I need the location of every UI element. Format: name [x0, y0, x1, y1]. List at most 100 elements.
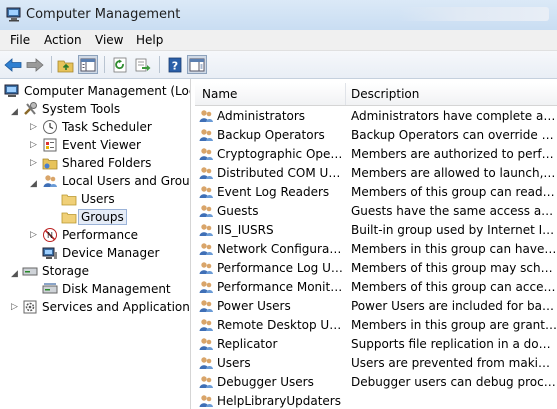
tree-label-disk-management: Disk Management	[62, 282, 171, 296]
title-bar-controls-area	[399, 7, 549, 21]
properties-pane-icon[interactable]	[187, 55, 207, 74]
tree-item-event-viewer[interactable]: Event Viewer	[42, 136, 141, 154]
group-name: Event Log Readers	[217, 185, 330, 199]
tree-item-device-manager[interactable]: Device Manager	[42, 244, 159, 262]
up-folder-icon[interactable]	[56, 55, 76, 74]
table-row[interactable]: HelpLibraryUpdaters	[195, 392, 557, 409]
tree-label-groups: Groups	[78, 209, 127, 225]
table-row[interactable]: Event Log Readers Members of this group c…	[195, 183, 557, 202]
expand-icon[interactable]: ▷	[30, 231, 39, 240]
table-row[interactable]: Replicator Supports file replication in a…	[195, 335, 557, 354]
group-icon	[198, 184, 214, 200]
collapse-icon[interactable]: ◢	[11, 270, 20, 279]
group-description: Administrators have complete an...	[351, 109, 557, 123]
group-icon	[198, 146, 214, 162]
expand-icon[interactable]: ▷	[30, 123, 39, 132]
table-row[interactable]: Performance Log Users Members of this gro…	[195, 259, 557, 278]
back-arrow-icon[interactable]	[3, 55, 23, 74]
tree-item-groups[interactable]: Groups	[61, 208, 127, 226]
group-description: Supports file replication in a dom...	[351, 337, 557, 351]
table-row[interactable]: Administrators Administrators have comple…	[195, 107, 557, 126]
column-divider[interactable]	[345, 83, 346, 105]
menu-action[interactable]: Action	[44, 33, 82, 47]
table-row[interactable]: Backup Operators Backup Operators can ove…	[195, 126, 557, 145]
group-icon	[198, 393, 214, 409]
computer-management-icon	[4, 83, 20, 99]
shared-folder-icon	[42, 155, 58, 171]
window-title: Computer Management	[26, 7, 181, 22]
group-name: IIS_IUSRS	[217, 223, 274, 237]
group-name: Remote Desktop Users	[217, 318, 345, 332]
group-icon	[198, 222, 214, 238]
expand-icon[interactable]: ▷	[30, 159, 39, 168]
group-icon	[198, 127, 214, 143]
group-description: Members in this group can have s...	[351, 242, 557, 256]
export-list-icon[interactable]	[133, 55, 153, 74]
group-description: Members of this group can acces...	[351, 280, 557, 294]
tree-label-local-users-groups: Local Users and Groups	[62, 174, 191, 188]
toolbar-separator	[104, 56, 105, 73]
tree-item-system-tools[interactable]: System Tools	[22, 100, 120, 118]
folder-icon	[61, 191, 77, 207]
tree-label-task-scheduler: Task Scheduler	[62, 120, 152, 134]
toolbar-separator	[51, 56, 52, 73]
computer-management-icon	[6, 7, 22, 22]
groups-list: Name Description Administrators Administr…	[195, 79, 557, 409]
collapse-icon[interactable]: ◢	[30, 180, 39, 189]
help-icon[interactable]: ?	[165, 55, 185, 74]
tree-label-device-manager: Device Manager	[62, 246, 160, 260]
tree-label-system-tools: System Tools	[42, 102, 121, 116]
event-viewer-icon	[42, 137, 58, 153]
tree-item-users[interactable]: Users	[61, 190, 115, 208]
expand-icon[interactable]: ▷	[11, 303, 20, 312]
tree-item-task-scheduler[interactable]: Task Scheduler	[42, 118, 152, 136]
group-name: HelpLibraryUpdaters	[217, 394, 341, 408]
group-name: Network Configuratio...	[217, 242, 345, 256]
group-name: Cryptographic Operat...	[217, 147, 345, 161]
tree-label-storage: Storage	[42, 264, 89, 278]
group-name: Distributed COM Users	[217, 166, 345, 180]
forward-arrow-icon[interactable]	[25, 55, 45, 74]
tree-root-computer-management[interactable]: Computer Management (Local	[4, 82, 190, 100]
svg-text:?: ?	[172, 59, 178, 72]
toolbar-separator	[159, 56, 160, 73]
show-hide-tree-icon[interactable]	[78, 55, 98, 74]
tree-item-storage[interactable]: Storage	[22, 262, 89, 280]
group-name: Users	[217, 356, 251, 370]
services-applications-icon	[22, 299, 38, 315]
tree-item-shared-folders[interactable]: Shared Folders	[42, 154, 151, 172]
table-row[interactable]: IIS_IUSRS Built-in group used by Internet…	[195, 221, 557, 240]
group-name: Replicator	[217, 337, 278, 351]
collapse-icon[interactable]: ◢	[11, 108, 20, 117]
column-header-name[interactable]: Name	[202, 87, 237, 101]
group-description: Members are authorized to perfor...	[351, 147, 557, 161]
table-row[interactable]: Performance Monitor ... Members of this g…	[195, 278, 557, 297]
table-row[interactable]: Guests Guests have the same access as m..…	[195, 202, 557, 221]
column-header-description[interactable]: Description	[351, 87, 419, 101]
menu-view[interactable]: View	[95, 33, 123, 47]
tree-item-local-users-groups[interactable]: Local Users and Groups	[42, 172, 191, 190]
table-row[interactable]: Network Configuratio... Members in this g…	[195, 240, 557, 259]
tree-item-disk-management[interactable]: Disk Management	[42, 280, 171, 298]
tree-item-services-apps[interactable]: Services and Applications	[22, 298, 190, 316]
table-row[interactable]: Cryptographic Operat... Members are autho…	[195, 145, 557, 164]
group-description: Debugger users can debug proces...	[351, 375, 557, 389]
table-row[interactable]: Power Users Power Users are included for …	[195, 297, 557, 316]
group-description: Members are allowed to launch, a...	[351, 166, 557, 180]
tree-item-performance[interactable]: N Performance	[42, 226, 138, 244]
refresh-icon[interactable]	[110, 55, 130, 74]
group-description: Power Users are included for back...	[351, 299, 557, 313]
table-row[interactable]: Debugger Users Debugger users can debug p…	[195, 373, 557, 392]
table-row[interactable]: Distributed COM Users Members are allowed…	[195, 164, 557, 183]
group-description: Users are prevented from making ...	[351, 356, 557, 370]
expand-icon[interactable]: ▷	[30, 141, 39, 150]
table-row[interactable]: Users Users are prevented from making ...	[195, 354, 557, 373]
device-manager-icon	[42, 245, 58, 261]
group-description: Members of this group may sche...	[351, 261, 557, 275]
svg-text:N: N	[47, 231, 53, 240]
table-row[interactable]: Remote Desktop Users Members in this grou…	[195, 316, 557, 335]
group-icon	[198, 298, 214, 314]
menu-help[interactable]: Help	[136, 33, 163, 47]
group-icon	[198, 355, 214, 371]
menu-file[interactable]: File	[10, 33, 30, 47]
